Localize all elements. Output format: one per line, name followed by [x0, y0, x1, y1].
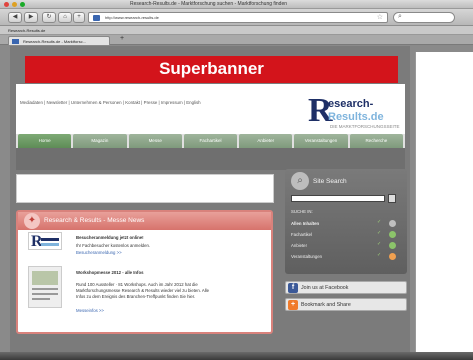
- news-item2-headline[interactable]: Workshopmesse 2012 - alle Infos: [76, 270, 144, 275]
- news-item2-line: Infos zu dem Ereignis des Branchen-Treff…: [76, 294, 196, 299]
- browser-toolbar: ◀ ▶ ↻ ⌂ + http://www.research-results.de…: [0, 9, 473, 26]
- superbanner-ad[interactable]: Superbanner: [25, 56, 398, 83]
- photo-line: [32, 288, 58, 290]
- search-option-veranstaltungen-circle[interactable]: [389, 253, 396, 260]
- site-search-panel: ⌕ Site Search SUCHE IN: Allen Inhalten ✓…: [285, 169, 407, 274]
- search-option-fachartikel[interactable]: Fachartikel: [291, 232, 312, 237]
- status-bar: [0, 352, 473, 360]
- url-text: http://www.research-results.de: [105, 15, 159, 20]
- facebook-label: Join us at Facebook: [301, 285, 349, 291]
- logo-tagline: DIE MARKTFORSCHUNGSSEITE: [330, 124, 400, 129]
- news-title: Research & Results - Messe News: [44, 217, 145, 224]
- add-button[interactable]: +: [73, 12, 85, 23]
- logo-line2: Results.de: [328, 111, 384, 123]
- superbanner-label: Superbanner: [159, 59, 264, 78]
- news-item1-link[interactable]: Besucheranmeldung >>: [76, 250, 122, 255]
- close-window-button[interactable]: [4, 2, 9, 7]
- news-item2-link[interactable]: Messeinfos >>: [76, 308, 104, 313]
- thumbnail-logo-letter: R: [31, 233, 43, 250]
- tab-title: Research-Results.de - Marktforsc...: [23, 39, 86, 44]
- news-item1-text: Ihr Fachbesucher kostenlos anmelden.: [76, 243, 151, 248]
- address-bar[interactable]: http://www.research-results.de ☆: [88, 12, 388, 23]
- content-box: [16, 174, 274, 203]
- photo-line: [32, 293, 58, 295]
- photo-line: [32, 298, 50, 300]
- tab-bar: Research-Results.de - Marktforsc... +: [0, 35, 473, 45]
- photo-block: [32, 271, 58, 285]
- news-thumbnail-logo: R: [28, 232, 62, 250]
- bookmark-share-label: Bookmark and Share: [301, 302, 351, 308]
- thumbnail-logo-mark: [41, 238, 59, 241]
- menu-item-recherche[interactable]: Recherche: [349, 134, 403, 148]
- news-thumbnail-photo: [28, 266, 62, 308]
- menu-item-home[interactable]: Home: [18, 134, 72, 148]
- menu-item-anbieter[interactable]: Anbieter: [239, 134, 293, 148]
- search-option-all-circle[interactable]: [389, 220, 396, 227]
- news-icon: ✦: [24, 213, 40, 229]
- search-option-fachartikel-circle[interactable]: [389, 231, 396, 238]
- search-option-anbieter-circle[interactable]: [389, 242, 396, 249]
- tab-research-results[interactable]: Research-Results.de - Marktforsc...: [8, 36, 110, 45]
- facebook-button[interactable]: f Join us at Facebook: [285, 281, 407, 294]
- site-search-input[interactable]: [291, 195, 385, 202]
- site-logo[interactable]: R esearch- Results.de DIE MARKTFORSCHUNG…: [308, 94, 400, 130]
- news-item1-headline[interactable]: Besucheranmeldung jetzt online!: [76, 235, 144, 240]
- check-icon: ✓: [377, 241, 382, 247]
- home-button[interactable]: ⌂: [58, 12, 72, 23]
- bookmarks-bar: Research-Results.de: [0, 26, 473, 35]
- minimize-window-button[interactable]: [12, 2, 17, 7]
- menu-item-messe[interactable]: Messe: [128, 134, 182, 148]
- menu-item-veranstaltungen[interactable]: Veranstaltungen: [294, 134, 348, 148]
- browser-search-field[interactable]: ⌕: [393, 12, 455, 23]
- news-header: ✦ Research & Results - Messe News: [18, 212, 271, 230]
- magnifier-icon: ⌕: [291, 172, 309, 190]
- share-plus-icon: +: [288, 300, 298, 310]
- facebook-icon: f: [288, 283, 298, 293]
- site-favicon-icon: [93, 15, 100, 21]
- header-band: [16, 148, 405, 170]
- news-item2-line: Rund 100 Aussteller · 81 Workshops. Auch…: [76, 282, 198, 287]
- check-icon: ✓: [377, 219, 382, 225]
- site-search-title: Site Search: [313, 178, 347, 185]
- back-button[interactable]: ◀: [8, 12, 22, 23]
- check-icon: ✓: [377, 230, 382, 236]
- search-option-veranstaltungen[interactable]: Veranstaltungen: [291, 254, 322, 259]
- search-in-label: SUCHE IN:: [291, 209, 313, 214]
- new-tab-icon[interactable]: +: [120, 35, 124, 42]
- check-icon: ✓: [377, 252, 382, 258]
- bookmark-share-button[interactable]: + Bookmark and Share: [285, 298, 407, 311]
- search-option-all[interactable]: Allen Inhalten: [291, 221, 319, 226]
- forward-button[interactable]: ▶: [24, 12, 38, 23]
- news-item2-line: Marktforschungsmesse Research & Results …: [76, 288, 210, 293]
- site-search-submit-button[interactable]: [388, 194, 396, 203]
- bookmark-star-icon[interactable]: ☆: [377, 13, 383, 21]
- window-controls: [4, 2, 25, 7]
- bookmark-item[interactable]: Research-Results.de: [8, 28, 45, 33]
- search-option-anbieter[interactable]: Anbieter: [291, 243, 307, 248]
- messe-news-box: ✦ Research & Results - Messe News R Besu…: [16, 210, 273, 334]
- thumbnail-logo-mark: [41, 243, 59, 246]
- right-side-panel: [415, 52, 473, 352]
- menu-item-magazin[interactable]: Magazin: [73, 134, 127, 148]
- menu-item-fachartikel[interactable]: Fachartikel: [183, 134, 238, 148]
- window-title: Research-Results.de - Marktforschung suc…: [130, 1, 288, 7]
- top-navigation[interactable]: Mediadaten | Newsletter | Unternehmen & …: [20, 100, 201, 105]
- window-titlebar: Research-Results.de - Marktforschung suc…: [0, 0, 473, 9]
- zoom-window-button[interactable]: [20, 2, 25, 7]
- search-icon: ⌕: [398, 13, 402, 20]
- main-menu: Home Magazin Messe Fachartikel Anbieter …: [16, 134, 405, 148]
- reload-button[interactable]: ↻: [42, 12, 56, 23]
- tab-favicon-icon: [12, 39, 19, 44]
- logo-line1: esearch-: [328, 98, 374, 110]
